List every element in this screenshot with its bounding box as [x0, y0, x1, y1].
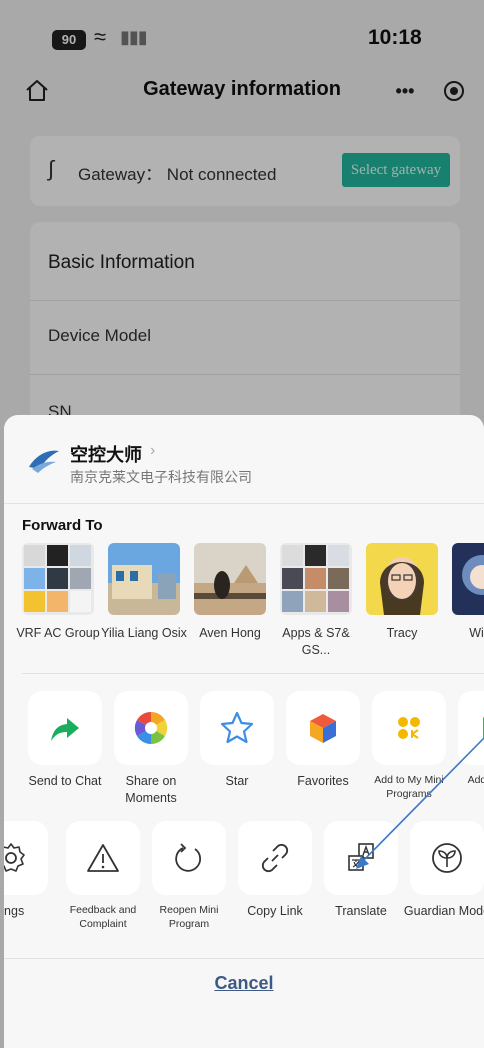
- moments-aperture-icon: [134, 711, 168, 745]
- settings-gear-icon: [4, 843, 25, 872]
- divider: [4, 958, 484, 959]
- mini-program-name: 空控大师: [70, 445, 142, 465]
- favorites-cube-icon: [310, 714, 336, 743]
- link-icon: [261, 843, 289, 873]
- action-label: Favorites: [297, 774, 349, 788]
- divider: [22, 673, 484, 674]
- action-label: Add to My Mini Programs: [374, 774, 444, 800]
- action-label: Copy Link: [247, 904, 303, 918]
- group-avatar: [22, 543, 94, 615]
- action-label: Send to Chat: [28, 774, 102, 788]
- contact-avatar: [108, 543, 180, 615]
- action-tile: [286, 691, 360, 765]
- action-tile: [410, 821, 484, 895]
- action-tile: [238, 821, 312, 895]
- contact-name: Wir Su: [469, 626, 484, 640]
- mini-program-company: 南京克莱文电子科技有限公司: [70, 469, 252, 485]
- contact-name: Aven Hong: [199, 626, 261, 640]
- mini-program-logo-icon: [29, 450, 59, 473]
- group-avatar: [280, 543, 352, 615]
- action-label: Reopen Mini Program: [159, 904, 219, 930]
- action-tile: [28, 691, 102, 765]
- contact-name: Yilia Liang Osix: [101, 626, 187, 640]
- share-sheet: 空控大师 › 南京克莱文电子科技有限公司 Forward To VRF AC G…: [4, 415, 484, 1048]
- contact-avatar: [452, 543, 484, 615]
- action-label: Guardian Mode: [403, 904, 484, 918]
- action-tile: [324, 821, 398, 895]
- contact-name: Tracy: [386, 626, 418, 640]
- action-label: Star: [225, 774, 249, 788]
- warning-triangle-icon: [87, 844, 119, 872]
- action-label: Translate: [335, 904, 387, 918]
- chevron-right-icon: ›: [150, 442, 156, 459]
- divider: [4, 503, 484, 504]
- action-label: Share on Moments: [125, 774, 177, 805]
- contact-avatar: [366, 543, 438, 615]
- translate-icon: [348, 843, 374, 871]
- action-tile: [4, 821, 48, 895]
- reload-icon: [175, 843, 202, 872]
- action-tile: [114, 691, 188, 765]
- mini-program-header[interactable]: 空控大师 › 南京克莱文电子科技有限公司: [4, 415, 484, 503]
- action-tile: [152, 821, 226, 895]
- action-label: tings: [4, 904, 25, 918]
- forward-to-title: Forward To: [22, 517, 103, 534]
- action-label: Add to Scre: [467, 774, 484, 786]
- mini-program-icon: [398, 717, 420, 739]
- action-tile: [200, 691, 274, 765]
- action-tile: [372, 691, 446, 765]
- cancel-button[interactable]: Cancel: [4, 973, 484, 994]
- contact-name: Apps & S7& GS...: [282, 626, 350, 657]
- action-label: Feedback and Complaint: [69, 904, 137, 930]
- action-tile: [458, 691, 484, 765]
- contact-avatar: [194, 543, 266, 615]
- action-tile: [66, 821, 140, 895]
- star-icon: [220, 711, 254, 744]
- contact-name: VRF AC Group: [16, 626, 100, 640]
- sprout-icon: [432, 843, 462, 873]
- share-arrow-icon: [51, 718, 79, 741]
- home-screen-icon: [483, 716, 484, 740]
